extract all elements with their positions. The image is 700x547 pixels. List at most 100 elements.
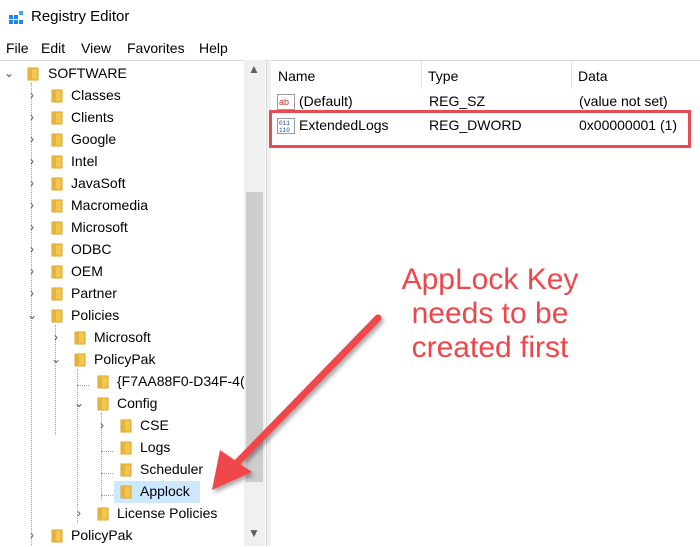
tree-item-label: Policies [71,307,120,323]
menu-favorites[interactable]: Favorites [125,40,187,56]
tree-item-intel[interactable]: › Intel [0,151,244,173]
tree-item-label: Classes [71,87,121,103]
chevron-right-icon[interactable]: › [26,220,38,234]
tree-item-guid[interactable]: {F7AA88F0-D34F-4( [0,371,245,393]
tree-item-license-policies[interactable]: › License Policies [0,503,244,525]
folder-icon [51,199,63,213]
tree-item-oem[interactable]: › OEM [0,261,244,283]
tree-item-applock[interactable]: Applock [0,481,244,503]
folder-icon [97,397,109,411]
column-header-label: Name [278,68,316,84]
chevron-right-icon[interactable]: › [26,132,38,146]
folder-icon [51,133,63,147]
tree-item-microsoft[interactable]: › Microsoft [0,217,244,239]
tree-item-partner[interactable]: › Partner [0,283,244,305]
chevron-right-icon[interactable]: › [26,198,38,212]
chevron-down-icon[interactable]: ⌄ [50,352,62,366]
annotation-line: AppLock Key [401,263,579,296]
chevron-right-icon[interactable]: › [26,528,38,542]
folder-icon [120,441,132,455]
chevron-right-icon[interactable]: › [96,418,108,432]
folder-icon [120,463,132,477]
folder-icon [51,309,63,323]
tree-item-config[interactable]: ⌄ Config [0,393,244,415]
chevron-right-icon[interactable]: › [50,330,62,344]
column-header-label: Data [578,68,608,84]
tree-item-label: Macromedia [71,197,149,213]
tree-item-label: OEM [71,263,103,279]
tree-item-software[interactable]: ⌄ SOFTWARE [0,63,244,85]
folder-icon [51,287,63,301]
chevron-right-icon[interactable]: › [26,264,38,278]
annotation-line: needs to be [411,297,569,330]
chevron-right-icon[interactable]: › [26,110,38,124]
tree-item-label: Partner [71,285,117,301]
registry-editor-icon [9,11,23,24]
tree-item-policies-microsoft[interactable]: › Microsoft [0,327,244,349]
value-data: (value not set) [579,93,668,109]
tree-item-label: Google [71,131,117,147]
tree-item-policypak-root[interactable]: › PolicyPak [0,525,244,547]
menu-edit[interactable]: Edit [39,40,67,56]
tree-item-label: ODBC [71,241,112,257]
tree-item-label: CSE [140,417,169,433]
registry-tree[interactable]: ⌄ SOFTWARE › Classes › Clients › Google … [0,60,266,547]
menu-bar: File Edit View Favorites Help [0,38,700,60]
tree-item-classes[interactable]: › Classes [0,85,244,107]
chevron-right-icon[interactable]: › [26,154,38,168]
string-value-icon: ab [277,94,295,110]
tree-item-label: Intel [71,153,98,169]
column-header-type[interactable]: Type [421,61,571,89]
value-name: (Default) [299,93,353,109]
folder-icon [97,507,109,521]
folder-icon [120,485,132,499]
chevron-right-icon[interactable]: › [26,242,38,256]
window-title: Registry Editor [31,8,130,25]
tree-item-scheduler[interactable]: Scheduler [0,459,244,481]
tree-item-google[interactable]: › Google [0,129,244,151]
tree-item-label: Applock [137,483,193,499]
tree-item-label: Scheduler [140,461,204,477]
tree-item-javasoft[interactable]: › JavaSoft [0,173,244,195]
tree-item-odbc[interactable]: › ODBC [0,239,244,261]
menu-view[interactable]: View [79,40,113,56]
tree-item-policies[interactable]: ⌄ Policies [0,305,244,327]
chevron-right-icon[interactable]: › [26,176,38,190]
chevron-down-icon[interactable]: ⌄ [26,308,38,322]
chevron-right-icon[interactable]: › [26,286,38,300]
folder-icon [51,529,63,543]
tree-item-label: Logs [140,439,171,455]
column-header-data[interactable]: Data [571,61,700,89]
folder-icon [51,177,63,191]
tree-item-label: Microsoft [71,219,128,235]
tree-item-label: PolicyPak [94,351,156,367]
tree-item-logs[interactable]: Logs [0,437,244,459]
title-bar: Registry Editor [0,0,700,36]
scroll-up-icon[interactable]: ▲ [248,62,260,76]
folder-icon [51,111,63,125]
menu-help[interactable]: Help [197,40,230,56]
tree-item-label: SOFTWARE [48,65,127,81]
tree-item-clients[interactable]: › Clients [0,107,244,129]
chevron-right-icon[interactable]: › [73,506,85,520]
menu-file[interactable]: File [4,40,31,56]
tree-item-label: Clients [71,109,114,125]
chevron-right-icon[interactable]: › [26,88,38,102]
tree-item-cse[interactable]: › CSE [0,415,244,437]
tree-item-macromedia[interactable]: › Macromedia [0,195,244,217]
chevron-down-icon[interactable]: ⌄ [3,66,15,80]
folder-icon [74,331,86,345]
folder-icon [51,155,63,169]
tree-item-label: Microsoft [94,329,151,345]
svg-text:ab: ab [279,97,289,107]
tree-scrollbar[interactable]: ▲ ▼ [244,60,265,546]
tree-item-label: PolicyPak [71,527,133,543]
folder-icon [51,221,63,235]
scroll-down-icon[interactable]: ▼ [248,526,260,540]
tree-item-label: {F7AA88F0-D34F-4( [117,373,245,389]
tree-item-policypak[interactable]: ⌄ PolicyPak [0,349,244,371]
scroll-thumb[interactable] [246,192,263,482]
column-header-name[interactable]: Name [271,61,421,89]
annotation-line: created first [411,331,569,364]
chevron-down-icon[interactable]: ⌄ [73,396,85,410]
